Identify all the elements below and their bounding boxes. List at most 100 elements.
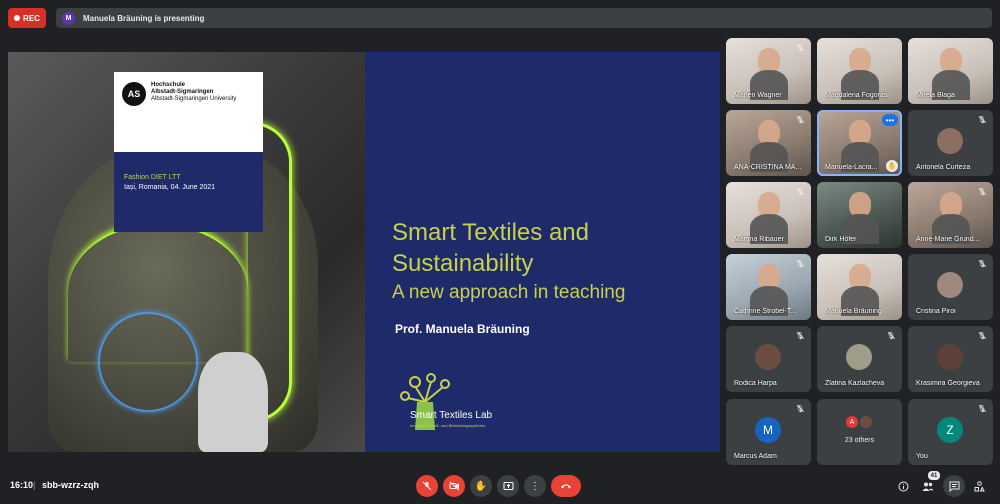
logo-line2: Albstadt-Sigmaringen	[151, 89, 214, 95]
lab-tagline: Innovative Textil- und Bekleidungssystem…	[410, 423, 486, 428]
presenting-banner: M Manuela Bräuning is presenting	[56, 8, 992, 28]
mic-off-icon: 🎙	[977, 117, 987, 124]
activities-button[interactable]	[971, 478, 987, 494]
presenter-avatar: M	[62, 11, 75, 25]
participant-tile[interactable]: 🎙 Rodica Harpa	[726, 326, 811, 392]
participant-tile[interactable]: Z 🎙 You	[908, 399, 993, 465]
slide-subtitle: A new approach in teaching	[392, 282, 626, 303]
participant-name: Manuela-Lacra...	[825, 164, 878, 171]
participant-video	[841, 192, 879, 244]
hand-icon: ✋	[474, 480, 488, 492]
participant-avatar	[846, 344, 872, 370]
participant-video	[841, 48, 879, 100]
participant-video	[750, 264, 788, 316]
participant-name: Anne-Marie Grund...	[916, 236, 980, 243]
more-vert-icon: ⋮	[530, 480, 540, 492]
event-info-box: Fashion DIET LTT Iași, Romania, 04. June…	[114, 152, 263, 232]
participant-tile[interactable]: 🎙 Antonela Curteza	[908, 110, 993, 176]
participant-tile[interactable]: 🎙 Zlatina Kazlacheva	[817, 326, 902, 392]
activities-icon	[974, 480, 985, 491]
mic-off-icon: 🎙	[977, 406, 987, 413]
participant-name: Antonela Curteza	[916, 164, 971, 171]
participant-avatar	[937, 344, 963, 370]
camera-toggle-button[interactable]	[443, 475, 465, 497]
participant-tile[interactable]: 🎙 ANA-CRISTINA MA...	[726, 110, 811, 176]
slide-title: Smart Textiles and Sustainability	[392, 219, 589, 277]
mic-off-icon: 🎙	[977, 189, 987, 196]
meeting-details-button[interactable]	[895, 478, 911, 494]
people-button[interactable]	[920, 478, 936, 494]
participant-name: Cristina Piroi	[916, 308, 956, 315]
participant-name: Martina Ribauer	[734, 236, 784, 243]
participant-tile[interactable]: Manuela Bräuning	[817, 254, 902, 320]
participant-tile[interactable]: Magdalena Fogorasi	[817, 38, 902, 104]
participant-name: Manuela Bräuning	[825, 308, 882, 315]
mic-off-icon: 🎙	[886, 333, 896, 340]
participant-name: You	[916, 453, 928, 460]
present-icon	[503, 482, 513, 490]
mic-off-icon: 🎙	[977, 333, 987, 340]
participant-tile[interactable]: 🎙 Anne-Marie Grund...	[908, 182, 993, 248]
participant-tile[interactable]: 🎙 Martina Ribauer	[726, 182, 811, 248]
participant-name: Rodica Harpa	[734, 380, 777, 387]
participant-count-badge: 41	[928, 471, 940, 480]
call-end-icon	[561, 484, 571, 489]
mic-toggle-button[interactable]	[416, 475, 438, 497]
participant-name: ANA-CRISTINA MA...	[734, 164, 802, 171]
university-logo-icon: AS	[122, 82, 146, 106]
participant-name: Cathrine Strobel-T...	[734, 308, 797, 315]
participant-tile[interactable]: A 23 others	[817, 399, 902, 465]
participant-video	[841, 264, 879, 316]
more-options-button[interactable]: ⋮	[524, 475, 546, 497]
participant-tile[interactable]: Mirela Blaga	[908, 38, 993, 104]
participant-name: Krasimira Georgieva	[916, 380, 980, 387]
others-avatars: A	[845, 415, 873, 429]
participant-video	[750, 192, 788, 244]
event-place-date: Iași, Romania, 04. June 2021	[124, 184, 216, 191]
info-icon	[898, 481, 908, 491]
chat-icon	[949, 481, 959, 492]
mic-off-icon: 🎙	[977, 261, 987, 268]
participant-avatar	[937, 128, 963, 154]
participant-video	[932, 48, 970, 100]
mic-off-icon: 🎙	[795, 189, 805, 196]
clock-time: 16:10	[10, 480, 34, 490]
participant-tile[interactable]: ••• ✋ Manuela-Lacra...	[817, 110, 902, 176]
participant-video	[932, 192, 970, 244]
mannequin-hand	[198, 352, 268, 452]
mic-off-icon: 🎙	[795, 45, 805, 52]
participant-tile[interactable]: Dirk Höfer	[817, 182, 902, 248]
participant-name: Mirela Blaga	[916, 92, 955, 99]
participant-tile[interactable]: 🎙 Krasimira Georgieva	[908, 326, 993, 392]
chat-icon-wrap[interactable]	[946, 478, 962, 494]
led-glow-blue	[98, 312, 198, 412]
participant-name: Marcus Adam	[734, 453, 777, 460]
leave-call-button[interactable]	[551, 475, 581, 497]
participant-name: Zlatina Kazlacheva	[825, 380, 885, 387]
slide-title-panel: Smart Textiles and Sustainability A new …	[365, 52, 720, 452]
videocam-off-icon	[449, 481, 459, 491]
bottom-bar: 16:10 | sbb-wzrz-zqh ✋ ⋮ 41	[0, 470, 1000, 504]
top-bar: REC M Manuela Bräuning is presenting	[0, 0, 1000, 36]
slide-author: Prof. Manuela Bräuning	[395, 322, 530, 336]
rec-label: REC	[23, 13, 40, 23]
participant-tile[interactable]: M 🎙 Marcus Adam	[726, 399, 811, 465]
present-now-button[interactable]	[497, 475, 519, 497]
participant-tile[interactable]: 🎙 Cathrine Strobel-T...	[726, 254, 811, 320]
participant-name: Magdalena Fogorasi	[825, 92, 889, 99]
raise-hand-button[interactable]: ✋	[470, 475, 492, 497]
separator: |	[33, 480, 36, 490]
participant-video	[750, 120, 788, 172]
recording-badge: REC	[8, 8, 46, 28]
participant-name: 23 others	[844, 437, 875, 444]
meeting-code: sbb-wzrz-zqh	[42, 480, 99, 490]
others-avatar: A	[845, 415, 859, 429]
presenting-text: Manuela Bräuning is presenting	[83, 13, 205, 23]
logo-text: Hochschule Albstadt-Sigmaringen Albstadt…	[151, 82, 236, 103]
tile-options-icon[interactable]: •••	[882, 114, 898, 126]
others-avatar-photo	[859, 415, 873, 429]
participant-tile[interactable]: 🎙 Cristina Piroi	[908, 254, 993, 320]
logo-line1: Hochschule	[151, 82, 186, 88]
hand-icon: ✋	[886, 160, 898, 172]
participant-tile[interactable]: 🎙 Marlen Wagner	[726, 38, 811, 104]
